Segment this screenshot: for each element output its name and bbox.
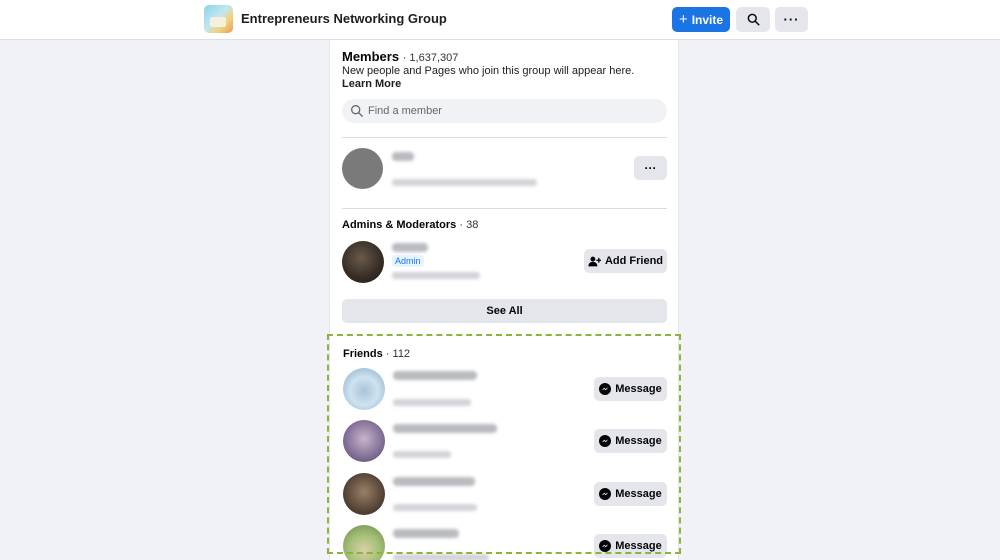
friend-avatar[interactable] [343,420,385,462]
friend-info-blurred [393,451,451,458]
find-member-search[interactable] [342,99,667,123]
friend-name-blurred[interactable] [393,424,497,433]
friend-info-blurred [393,399,471,406]
admins-count: · 38 [459,219,479,231]
more-icon: ··· [644,161,657,175]
friend-name-blurred[interactable] [393,477,475,486]
messenger-icon [599,540,612,552]
friend-avatar[interactable] [343,368,385,410]
group-header-bar: Entrepreneurs Networking Group + Invite … [0,0,1000,40]
member-more-button[interactable]: ··· [634,156,667,180]
group-cover-thumbnail[interactable] [204,5,233,33]
see-all-label: See All [486,305,523,317]
search-button[interactable] [736,7,770,32]
friend-avatar[interactable] [343,473,385,515]
add-friend-button[interactable]: Add Friend [584,249,667,273]
group-name[interactable]: Entrepreneurs Networking Group [241,11,447,26]
invite-label: Invite [691,12,724,27]
members-title: Members [342,49,400,64]
member-name-blurred[interactable] [392,152,414,161]
messenger-icon [599,488,612,500]
admin-badge: Admin [392,255,424,267]
more-options-button[interactable]: ··· [775,7,808,32]
search-icon [351,105,363,117]
more-icon: ··· [783,12,800,27]
message-label: Message [615,488,662,500]
learn-more-link[interactable]: Learn More [342,78,401,90]
message-label: Message [615,540,662,552]
messenger-icon [599,435,612,447]
friend-name-blurred[interactable] [393,529,459,538]
admin-avatar[interactable] [342,241,384,283]
friends-title: Friends [343,348,383,360]
divider [342,137,667,138]
members-count: · 1,637,307 [402,52,459,64]
invite-button[interactable]: + Invite [672,7,730,32]
admin-name-blurred[interactable] [392,243,428,252]
members-heading: Members · 1,637,307 [342,49,458,64]
members-panel: Members · 1,637,307 New people and Pages… [329,40,679,560]
divider [342,208,667,209]
search-icon [747,13,760,26]
friends-count: · 112 [385,348,411,360]
see-all-button[interactable]: See All [342,299,667,323]
add-friend-icon [588,256,601,266]
message-button[interactable]: Message [594,482,667,506]
friends-heading: Friends · 112 [343,348,410,360]
friend-name-blurred[interactable] [393,371,477,380]
admins-heading: Admins & Moderators · 38 [342,219,478,231]
add-friend-label: Add Friend [604,255,664,267]
messenger-icon [599,383,612,395]
message-button[interactable]: Message [594,534,667,558]
admin-location-blurred [392,272,480,279]
message-button[interactable]: Message [594,377,667,401]
message-label: Message [615,383,662,395]
member-avatar[interactable] [342,148,383,189]
message-label: Message [615,435,662,447]
friend-info-blurred [393,504,477,511]
members-description-text: New people and Pages who join this group… [342,65,635,77]
friend-avatar[interactable] [343,525,385,560]
friend-info-blurred [393,554,489,560]
find-member-input[interactable] [368,105,648,117]
member-info-blurred [392,179,537,186]
plus-icon: + [678,10,688,28]
admins-title: Admins & Moderators [342,219,457,231]
message-button[interactable]: Message [594,429,667,453]
members-description: New people and Pages who join this group… [342,65,662,91]
